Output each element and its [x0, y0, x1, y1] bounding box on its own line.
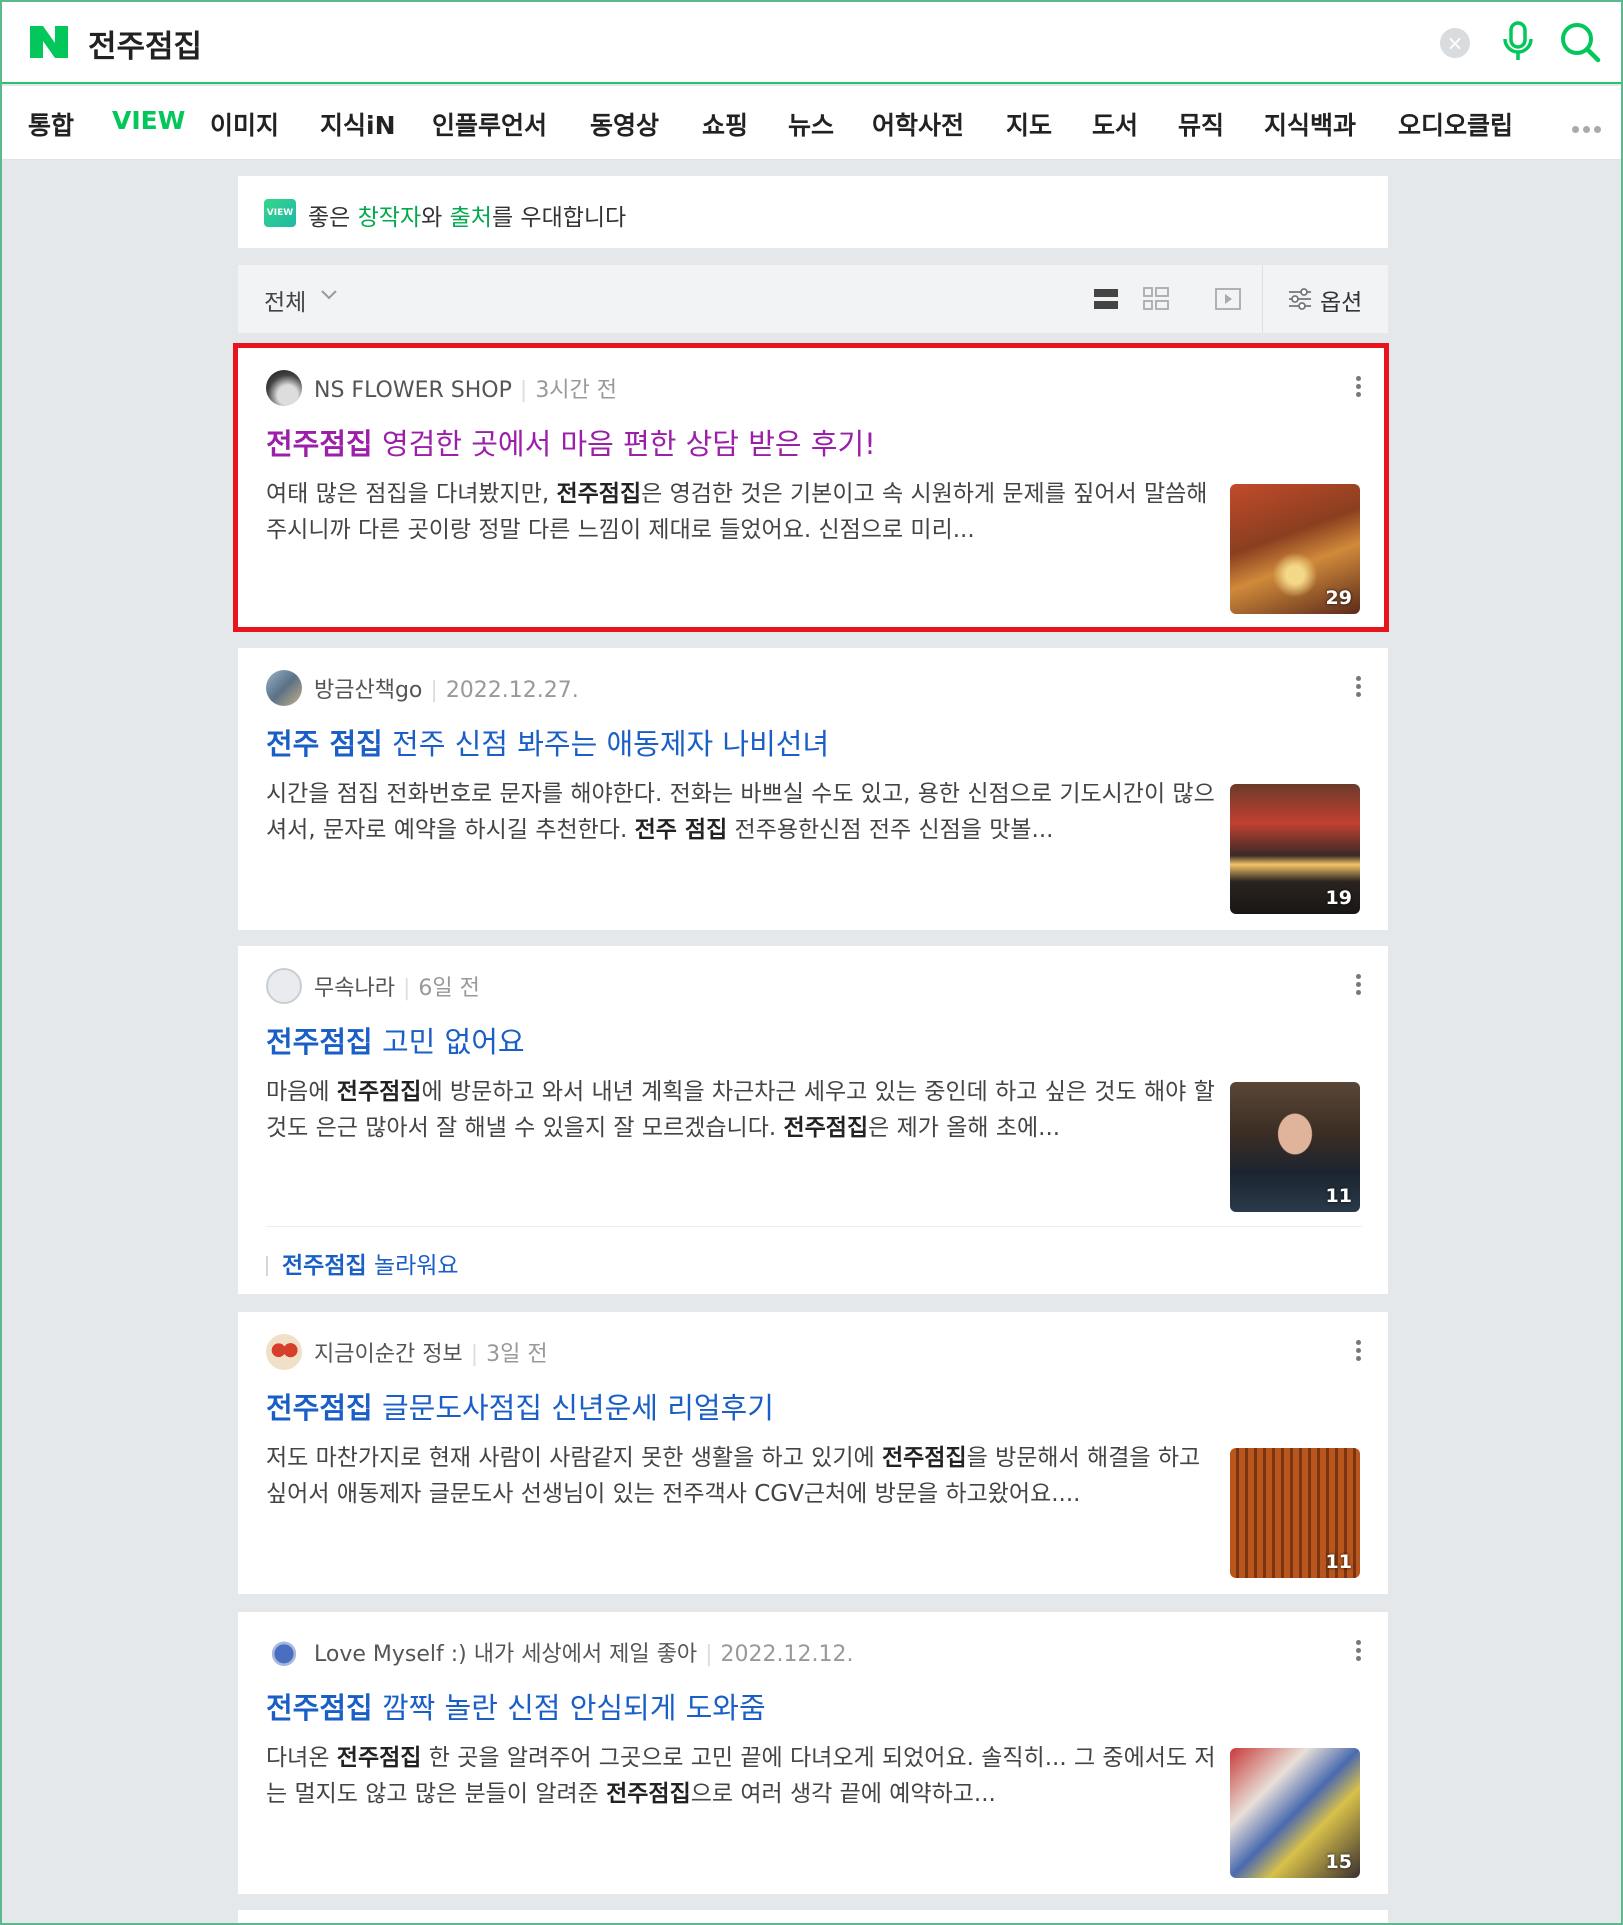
more-icon[interactable] — [1572, 118, 1612, 133]
post-thumbnail[interactable]: 11 — [1230, 1082, 1360, 1212]
post-author[interactable]: 방금산책go | 2022.12.27. — [314, 672, 579, 704]
search-tabs: 통합 VIEW 이미지 지식iN 인플루언서 동영상 쇼핑 뉴스 어학사전 지도… — [2, 86, 1621, 160]
more-options-icon[interactable] — [1356, 974, 1362, 996]
post-description: 시간을 점집 전화번호로 문자를 해야한다. 전화는 바쁘실 수도 있고, 용한… — [266, 781, 1215, 843]
chevron-down-icon[interactable] — [320, 289, 338, 301]
search-icon[interactable] — [1558, 20, 1602, 64]
more-options-icon[interactable] — [1356, 1340, 1362, 1362]
tab-news[interactable]: 뉴스 — [788, 106, 834, 142]
post-thumbnail[interactable]: 19 — [1230, 784, 1360, 914]
avatar[interactable] — [266, 670, 302, 706]
clear-icon[interactable]: × — [1440, 28, 1470, 58]
post-title[interactable]: 전주점집 고민 없어요 — [266, 1019, 525, 1061]
video-view-icon[interactable] — [1214, 285, 1242, 313]
microphone-icon[interactable] — [1498, 20, 1538, 64]
post-title[interactable]: 전주 점집 전주 신점 봐주는 애동제자 나비선녀 — [266, 721, 829, 763]
view-badge-icon: VIEW — [264, 199, 296, 227]
tab-integrated[interactable]: 통합 — [28, 106, 74, 142]
post-card: Love Myself :) 내가 세상에서 제일 좋아 | 2022.12.12.… — [238, 1612, 1388, 1894]
tab-audioclip[interactable]: 오디오클립 — [1398, 106, 1513, 142]
post-description: 다녀온 전주점집 한 곳을 알려주어 그곳으로 고민 끝에 다녀오게 되었어요.… — [266, 1745, 1216, 1807]
more-options-icon[interactable] — [1356, 676, 1362, 698]
tab-encyclopedia[interactable]: 지식백과 — [1264, 106, 1356, 142]
post-thumbnail[interactable]: 11 — [1230, 1448, 1360, 1578]
search-query[interactable]: 전주점집 — [88, 21, 202, 66]
post-description: 마음에 전주점집에 방문하고 와서 내년 계획을 차근차근 세우고 있는 중인데… — [266, 1079, 1215, 1141]
tab-shopping[interactable]: 쇼핑 — [702, 106, 748, 142]
search-header: 전주점집 × — [2, 2, 1621, 84]
view-banner: VIEW 좋은 창작자와 출처를 우대합니다 — [238, 176, 1388, 248]
thumbnail-list-icon[interactable] — [1142, 285, 1170, 313]
post-title[interactable]: 전주점집 깜짝 놀란 신점 안심되게 도와줌 — [266, 1685, 766, 1727]
more-options-icon[interactable] — [1356, 1640, 1362, 1662]
image-count-badge: 15 — [1325, 1851, 1352, 1873]
divider — [266, 1226, 1362, 1227]
post-description: 저도 마찬가지로 현재 사람이 사람같지 못한 생활을 하고 있기에 전주점집을… — [266, 1445, 1201, 1507]
post-author[interactable]: 무속나라 | 6일 전 — [314, 970, 480, 1002]
image-count-badge: 11 — [1325, 1551, 1352, 1573]
naver-logo-icon[interactable] — [30, 26, 68, 58]
filter-bar: 전체 옵션 — [238, 265, 1388, 333]
highlight-box — [233, 343, 1389, 632]
avatar[interactable] — [266, 1634, 302, 1670]
tab-influencer[interactable]: 인플루언서 — [432, 106, 547, 142]
avatar[interactable] — [266, 1334, 302, 1370]
post-card: 방금산책go | 2022.12.27. 전주 점집 전주 신점 봐주는 애동제자 … — [238, 648, 1388, 930]
tab-images[interactable]: 이미지 — [210, 106, 279, 142]
banner-text: 좋은 창작자와 출처를 우대합니다 — [308, 205, 627, 231]
tab-knowledge-in[interactable]: 지식iN — [320, 106, 396, 142]
post-card: 지금이순간 정보 | 3일 전 전주점집 글문도사점집 신년운세 리얼후기 저도 마… — [238, 1312, 1388, 1594]
avatar[interactable] — [266, 968, 302, 1004]
tab-video[interactable]: 동영상 — [590, 106, 659, 142]
tab-music[interactable]: 뮤직 — [1178, 106, 1224, 142]
list-view-icon[interactable] — [1092, 285, 1120, 313]
post-card: 무속나라 | 6일 전 전주점집 고민 없어요 마음에 전주점집에 방문하고 와서 … — [238, 946, 1388, 1294]
tab-view[interactable]: VIEW — [112, 106, 185, 135]
filter-separator — [1262, 265, 1263, 333]
image-count-badge: 19 — [1325, 887, 1352, 909]
tab-map[interactable]: 지도 — [1006, 106, 1052, 142]
tab-books[interactable]: 도서 — [1092, 106, 1138, 142]
post-card — [238, 1910, 1388, 1923]
post-author[interactable]: Love Myself :) 내가 세상에서 제일 좋아 | 2022.12.12. — [314, 1636, 854, 1668]
post-title[interactable]: 전주점집 글문도사점집 신년운세 리얼후기 — [266, 1385, 774, 1427]
options-sliders-icon[interactable] — [1288, 288, 1312, 310]
post-thumbnail[interactable]: 15 — [1230, 1748, 1360, 1878]
image-count-badge: 11 — [1325, 1185, 1352, 1207]
post-author[interactable]: 지금이순간 정보 | 3일 전 — [314, 1336, 548, 1368]
related-post-link[interactable]: 전주점집 놀라워요 — [266, 1246, 459, 1280]
options-button[interactable]: 옵션 — [1320, 283, 1362, 317]
filter-all-dropdown[interactable]: 전체 — [264, 283, 306, 317]
tab-dictionary[interactable]: 어학사전 — [872, 106, 964, 142]
